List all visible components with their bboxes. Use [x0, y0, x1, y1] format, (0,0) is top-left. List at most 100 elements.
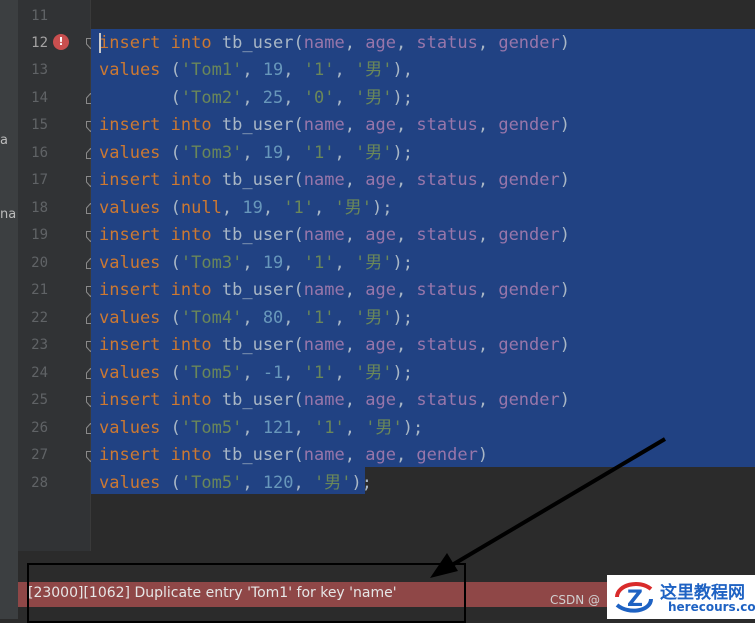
number-literal: 121 — [262, 418, 294, 438]
column-name: gender — [498, 225, 560, 245]
keyword: insert — [99, 445, 161, 465]
column-name: gender — [498, 115, 560, 135]
code-line[interactable]: insert into tb_user(name, age, status, g… — [99, 32, 570, 54]
annotation-highlight-box — [27, 563, 466, 623]
code-line[interactable]: insert into tb_user(name, age, status, g… — [99, 169, 570, 191]
code-line[interactable]: ('Tom2', 25, '0', '男'); — [99, 87, 413, 109]
string-literal: 'Tom4' — [180, 308, 243, 328]
keyword: values — [99, 253, 161, 273]
line-number: 19 — [31, 227, 48, 243]
column-name: status — [416, 390, 478, 410]
string-literal: '1' — [303, 143, 335, 163]
string-literal: '男' — [334, 198, 372, 218]
line-number: 22 — [31, 310, 48, 326]
code-line[interactable]: values ('Tom5', -1, '1', '男'); — [99, 362, 413, 384]
code-line[interactable]: insert into tb_user(name, age, status, g… — [99, 114, 570, 136]
column-name: age — [365, 225, 396, 245]
keyword: into — [170, 335, 212, 355]
column-name: age — [365, 445, 396, 465]
line-number-current: 12 — [31, 35, 48, 51]
error-marker-icon[interactable]: ! — [53, 34, 69, 50]
code-line[interactable]: values ('Tom5', 120, '男'); — [99, 472, 372, 494]
code-line[interactable]: insert into tb_user(name, age, status, g… — [99, 334, 570, 356]
string-literal: '男' — [354, 253, 393, 273]
string-literal: '1' — [303, 308, 335, 328]
keyword: into — [170, 170, 212, 190]
column-name: name — [303, 445, 345, 465]
line-number: 20 — [31, 255, 48, 271]
code-line[interactable]: values (null, 19, '1', '男'); — [99, 197, 392, 219]
number-literal: 19 — [242, 198, 263, 218]
column-name: gender — [498, 280, 560, 300]
string-literal: '男' — [354, 363, 393, 383]
code-line[interactable]: insert into tb_user(name, age, status, g… — [99, 224, 570, 246]
table-name: tb_user — [221, 390, 294, 410]
line-number: 18 — [31, 200, 48, 216]
code-line[interactable]: insert into tb_user(name, age, status, g… — [99, 389, 570, 411]
keyword: into — [170, 280, 212, 300]
keyword: into — [170, 115, 212, 135]
column-name: age — [365, 335, 396, 355]
column-name: gender — [498, 170, 560, 190]
table-name: tb_user — [221, 33, 294, 53]
keyword: into — [170, 390, 212, 410]
column-name: age — [365, 115, 396, 135]
keyword: insert — [99, 280, 161, 300]
column-name: status — [416, 335, 478, 355]
keyword: values — [99, 308, 161, 328]
column-name: name — [303, 225, 345, 245]
string-literal: '男' — [354, 143, 393, 163]
line-number: 25 — [31, 392, 48, 408]
side-panel-text-a: a — [0, 133, 8, 148]
table-name: tb_user — [221, 225, 294, 245]
line-number: 28 — [31, 475, 48, 491]
keyword: insert — [99, 390, 161, 410]
column-name: gender — [498, 33, 560, 53]
keyword: values — [99, 363, 161, 383]
keyword: values — [99, 143, 161, 163]
string-literal: '男' — [354, 308, 393, 328]
number-literal: 25 — [262, 88, 284, 108]
code-line[interactable]: values ('Tom5', 121, '1', '男'); — [99, 417, 423, 439]
line-number: 26 — [31, 420, 48, 436]
svg-text:Z: Z — [627, 587, 643, 612]
string-literal: '1' — [303, 60, 335, 80]
code-editor[interactable]: insert into tb_user(name, age, status, g… — [91, 0, 755, 551]
string-literal: 'Tom3' — [180, 253, 243, 273]
code-line[interactable]: values ('Tom3', 19, '1', '男'); — [99, 142, 413, 164]
column-name: age — [365, 280, 396, 300]
number-literal: 19 — [262, 60, 284, 80]
code-line[interactable]: insert into tb_user(name, age, status, g… — [99, 279, 570, 301]
keyword: values — [99, 60, 161, 80]
code-line[interactable]: values ('Tom1', 19, '1', '男'), — [99, 59, 413, 81]
line-number: 13 — [31, 62, 48, 78]
string-literal: 'Tom1' — [180, 60, 243, 80]
table-name: tb_user — [221, 115, 294, 135]
code-line[interactable]: insert into tb_user(name, age, gender) — [99, 444, 488, 466]
keyword: insert — [99, 115, 161, 135]
column-name: gender — [498, 335, 560, 355]
watermark-url: herecours.com — [668, 600, 755, 614]
line-number: 17 — [31, 172, 48, 188]
code-line[interactable]: values ('Tom3', 19, '1', '男'); — [99, 252, 413, 274]
number-literal: -1 — [262, 363, 284, 383]
column-name: status — [416, 115, 478, 135]
code-line[interactable]: values ('Tom4', 80, '1', '男'); — [99, 307, 413, 329]
line-number: 23 — [31, 337, 48, 353]
table-name: tb_user — [221, 280, 294, 300]
string-literal: '男' — [354, 60, 393, 80]
keyword: insert — [99, 335, 161, 355]
null-keyword: null — [180, 198, 222, 218]
keyword: into — [170, 445, 212, 465]
csdn-credit: CSDN @ — [550, 593, 601, 607]
column-name: gender — [416, 445, 478, 465]
string-literal: '男' — [365, 418, 403, 438]
column-name: name — [303, 335, 345, 355]
column-name: name — [303, 33, 345, 53]
line-number: 21 — [31, 282, 48, 298]
string-literal: '1' — [314, 418, 345, 438]
column-name: name — [303, 115, 345, 135]
table-name: tb_user — [221, 170, 294, 190]
column-name: age — [365, 390, 396, 410]
string-literal: 'Tom3' — [180, 143, 243, 163]
